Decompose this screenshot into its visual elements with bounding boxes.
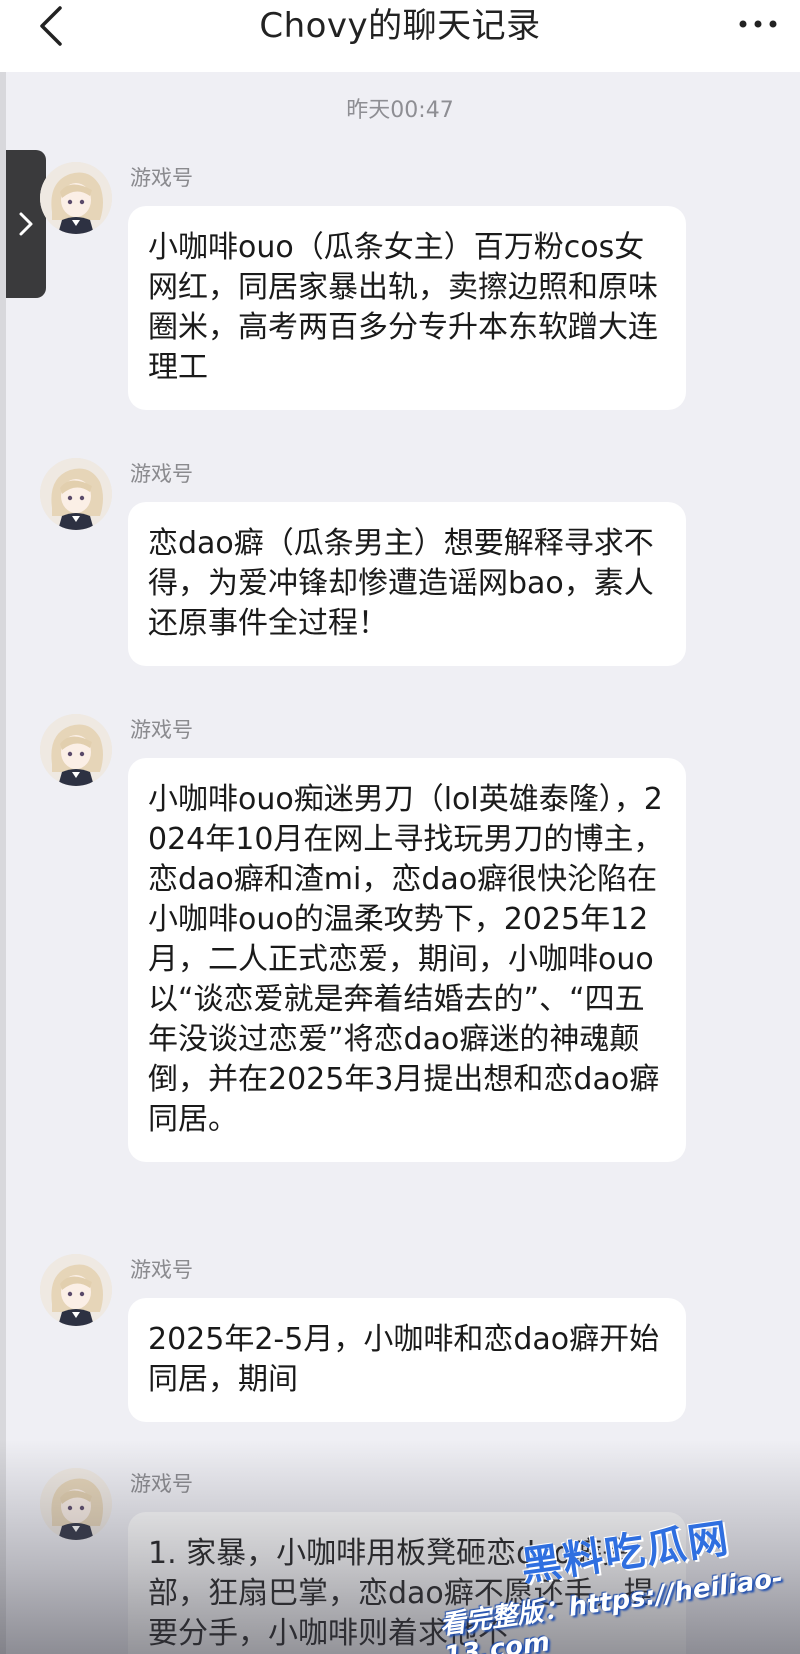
avatar[interactable]: [40, 162, 112, 234]
avatar[interactable]: [40, 714, 112, 786]
anime-girl-avatar-icon: [40, 714, 112, 786]
anime-girl-avatar-icon: [40, 458, 112, 530]
chevron-right-icon: [19, 212, 33, 236]
anime-girl-avatar-icon: [40, 1254, 112, 1326]
sender-name: 游戏号: [130, 718, 193, 742]
chat-history-screen: Chovy的聊天记录 昨天00:47 游戏号 小咖啡ouo（瓜条女主）百万粉co…: [0, 0, 800, 1654]
time-divider: 昨天00:47: [346, 98, 454, 123]
back-button[interactable]: [30, 4, 70, 48]
sender-name: 游戏号: [130, 1472, 193, 1496]
sender-name: 游戏号: [130, 462, 193, 486]
avatar[interactable]: [40, 458, 112, 530]
more-button[interactable]: [736, 6, 780, 42]
anime-girl-avatar-icon: [40, 1468, 112, 1540]
more-dots-icon: [739, 20, 777, 28]
sender-name: 游戏号: [130, 166, 193, 190]
top-bar: Chovy的聊天记录: [0, 0, 800, 72]
avatar[interactable]: [40, 1468, 112, 1540]
message-bubble[interactable]: 小咖啡ouo痴迷男刀（lol英雄泰隆），2024年10月在网上寻找玩男刀的博主，…: [128, 758, 686, 1162]
avatar[interactable]: [40, 1254, 112, 1326]
message-bubble[interactable]: 恋dao癖（瓜条男主）想要解释寻求不得，为爱冲锋却惨遭造谣网bao，素人还原事件…: [128, 502, 686, 666]
chevron-left-icon: [40, 6, 62, 46]
side-panel-handle[interactable]: [6, 150, 46, 298]
message-bubble[interactable]: 2025年2-5月，小咖啡和恋dao癖开始同居，期间: [128, 1298, 686, 1422]
message-bubble[interactable]: 小咖啡ouo（瓜条女主）百万粉cos女网红，同居家暴出轨，卖擦边照和原味圈米，高…: [128, 206, 686, 410]
page-title: Chovy的聊天记录: [259, 5, 541, 46]
anime-girl-avatar-icon: [40, 162, 112, 234]
sender-name: 游戏号: [130, 1258, 193, 1282]
